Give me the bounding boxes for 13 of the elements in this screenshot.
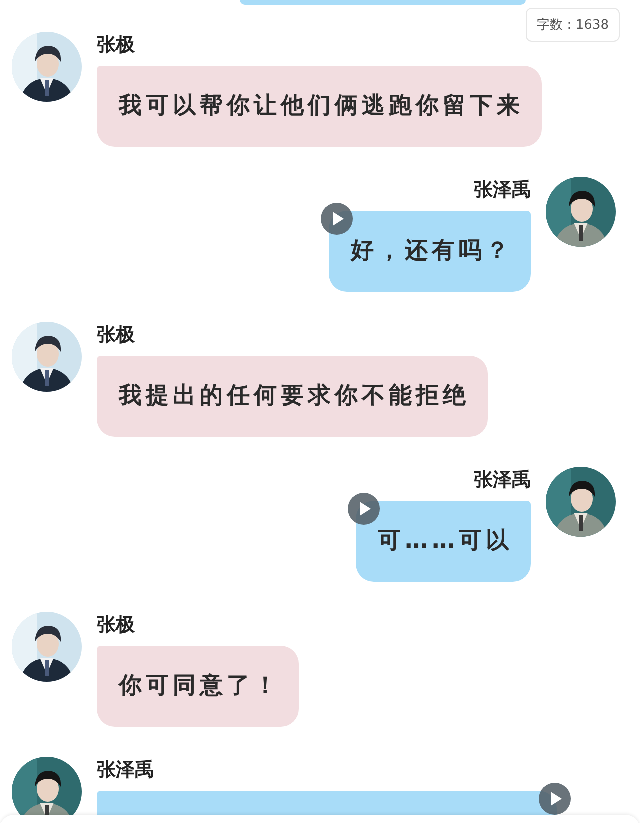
message-bubble: 我提出的任何要求你不能拒绝 [97, 356, 488, 437]
message-bubble: 我可以帮你让他们俩逃跑你留下来 [97, 66, 542, 147]
sender-name: 张极 [97, 33, 135, 58]
sender-name: 张泽禹 [474, 178, 531, 203]
sender-name: 张极 [97, 613, 135, 638]
sender-name: 张泽禹 [474, 468, 531, 493]
word-count: 字数：1638 [526, 8, 620, 42]
message-bubble: 你可同意了！ [97, 646, 299, 727]
play-icon[interactable] [539, 783, 571, 815]
sender-name: 张泽禹 [97, 758, 154, 783]
play-icon[interactable] [321, 203, 353, 235]
sender-name: 张极 [97, 323, 135, 348]
play-icon[interactable] [348, 493, 380, 525]
